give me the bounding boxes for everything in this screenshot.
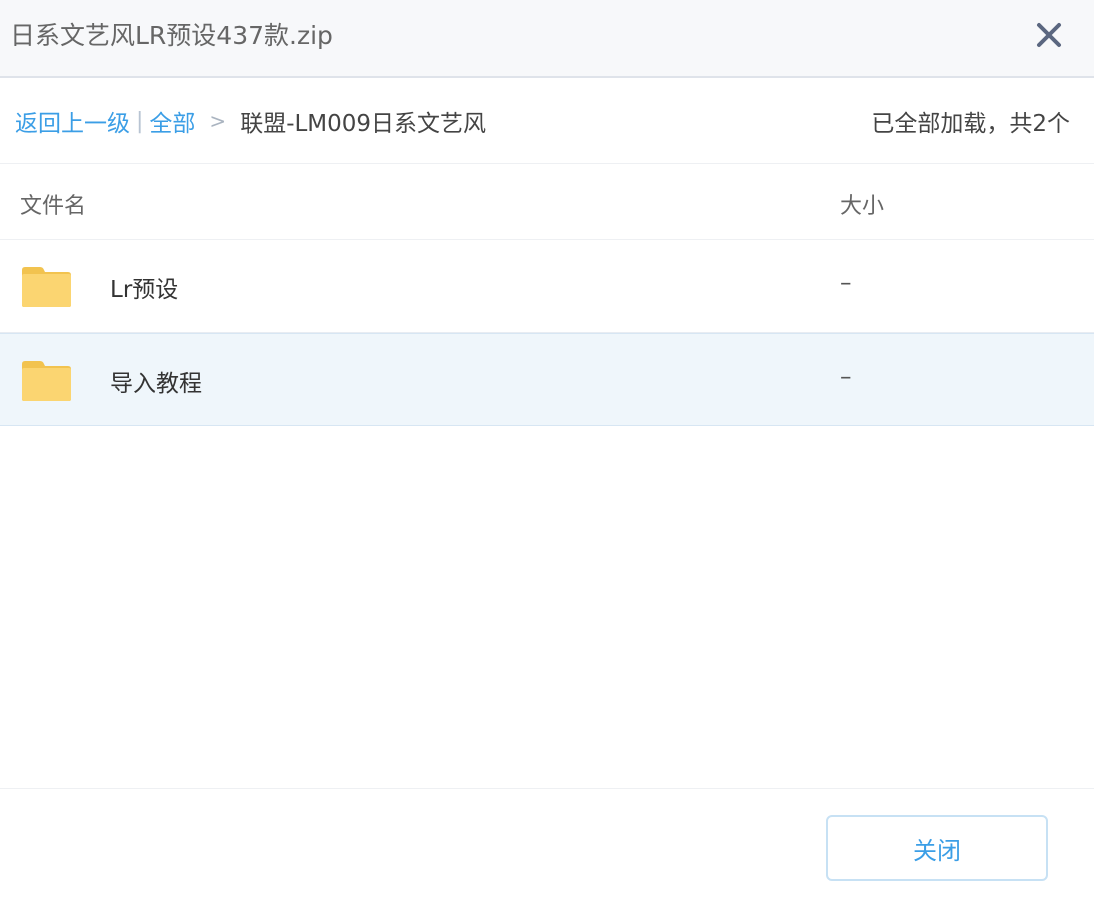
file-size: –: [840, 270, 852, 296]
file-name: Lr预设: [110, 277, 179, 303]
table-header: 文件名 大小: [0, 164, 1094, 240]
dialog-title: 日系文艺风LR预设437款.zip: [10, 21, 333, 50]
header-filename: 文件名: [20, 194, 87, 219]
dialog-titlebar: 日系文艺风LR预设437款.zip: [0, 0, 1094, 78]
all-link[interactable]: 全部: [149, 104, 195, 138]
table-row[interactable]: 导入教程 –: [0, 333, 1094, 426]
file-size: –: [840, 364, 852, 390]
breadcrumb-current: 联盟-LM009日系文艺风: [240, 111, 487, 137]
table-row[interactable]: Lr预设 –: [0, 240, 1094, 333]
folder-icon: [20, 266, 73, 308]
dialog-footer: 关闭: [0, 788, 1094, 898]
header-size: 大小: [840, 194, 885, 219]
close-button[interactable]: 关闭: [826, 815, 1048, 881]
zip-preview-dialog: 日系文艺风LR预设437款.zip 返回上一级 | 全部 > 联盟-LM009日…: [0, 0, 1094, 898]
close-icon[interactable]: [1034, 20, 1064, 50]
breadcrumb: 返回上一级 | 全部 > 联盟-LM009日系文艺风: [15, 104, 486, 138]
back-link[interactable]: 返回上一级: [15, 104, 130, 138]
breadcrumb-separator: >: [209, 109, 227, 133]
breadcrumb-bar: 返回上一级 | 全部 > 联盟-LM009日系文艺风 已全部加载，共2个: [0, 80, 1094, 164]
file-name: 导入教程: [110, 371, 202, 397]
load-status: 已全部加载，共2个: [871, 111, 1070, 137]
breadcrumb-divider: |: [136, 108, 144, 134]
folder-icon: [20, 360, 73, 402]
